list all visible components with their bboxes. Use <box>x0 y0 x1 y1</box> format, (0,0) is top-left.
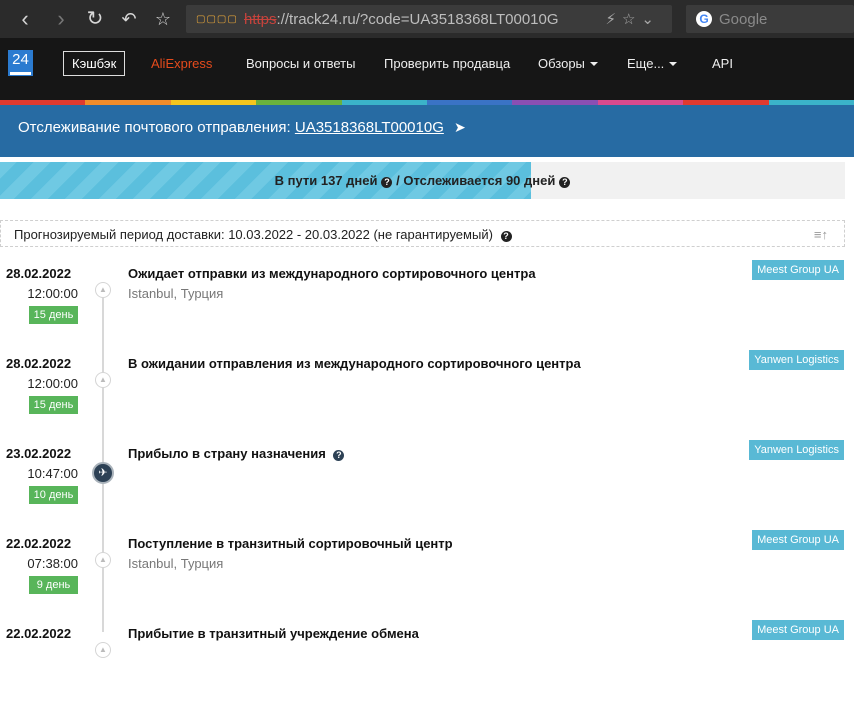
delivery-forecast: Прогнозируемый период доставки: 10.03.20… <box>0 220 845 247</box>
transit-progress: В пути 137 дней? / Отслеживается 90 дней… <box>0 162 845 199</box>
nav-link-api[interactable]: API <box>712 56 733 71</box>
event-day-badge: 9 день <box>29 576 78 594</box>
address-bar[interactable]: ▢▢▢▢ https://track24.ru/?code=UA3518368L… <box>186 5 672 33</box>
help-icon[interactable]: ? <box>559 177 571 188</box>
event-date: 28.02.2022 <box>6 356 72 371</box>
forward-icon[interactable]: › <box>48 6 74 32</box>
tracking-header: Отслеживание почтового отправления: UA35… <box>0 105 854 157</box>
nav-link-faq[interactable]: Вопросы и ответы <box>246 56 355 71</box>
event-title: Прибыло в страну назначения ? <box>128 446 345 461</box>
help-icon[interactable]: ? <box>333 450 345 461</box>
undo-icon[interactable]: ↶ <box>116 6 142 32</box>
tracking-event: 22.02.2022 07:38:00 9 день ▲ Поступление в т… <box>0 530 854 626</box>
tracking-event: 28.02.2022 12:00:00 15 день ▲ Ожидает отправ… <box>0 260 854 356</box>
chevron-down-icon <box>589 62 598 66</box>
event-time: 12:00:00 <box>27 376 78 391</box>
event-day-badge: 10 день <box>29 486 78 504</box>
event-title: Прибытие в транзитный учреждение обмена <box>128 626 419 641</box>
arrow-up-icon: ▲ <box>95 552 111 568</box>
nav-link-aliexpress[interactable]: AliExpress <box>151 56 212 71</box>
event-date: 28.02.2022 <box>6 266 72 281</box>
carrier-badge[interactable]: Yanwen Logistics <box>749 350 844 370</box>
sort-icon[interactable]: ≡↑ <box>814 227 828 242</box>
event-time: 07:38:00 <box>27 556 78 571</box>
event-location: Istanbul, Турция <box>128 286 224 301</box>
nav-link-more[interactable]: Еще... <box>627 56 678 71</box>
event-title: Поступление в транзитный сортировочный ц… <box>128 536 453 551</box>
url-text[interactable]: https://track24.ru/?code=UA3518368LT0001… <box>244 11 559 28</box>
progress-text: В пути 137 дней? / Отслеживается 90 дней… <box>0 173 845 188</box>
arrow-up-icon: ▲ <box>95 642 111 658</box>
send-icon[interactable]: ➤ <box>454 119 466 136</box>
tracking-event: 28.02.2022 12:00:00 15 день ▲ В ожидании отп… <box>0 350 854 446</box>
search-input[interactable]: G Google <box>686 5 854 33</box>
nav-link-check-seller[interactable]: Проверить продавца <box>384 56 510 71</box>
tracking-event: 22.02.2022 ▲ Прибытие в транзитный учрежде… <box>0 620 854 716</box>
google-icon: G <box>696 11 712 27</box>
carrier-badge[interactable]: Meest Group UA <box>752 530 844 550</box>
cashback-button[interactable]: Кэшбэк <box>63 51 126 76</box>
security-warning-icon[interactable]: ▢▢▢▢ <box>196 14 238 25</box>
carrier-badge[interactable]: Yanwen Logistics <box>749 440 844 460</box>
browser-toolbar: ‹ › ↻ ↶ ☆ ▢▢▢▢ https://track24.ru/?code=… <box>0 0 854 38</box>
plane-icon: ✈ <box>92 462 114 484</box>
event-date: 22.02.2022 <box>6 536 72 551</box>
forecast-text: Прогнозируемый период доставки: 10.03.20… <box>14 227 512 242</box>
event-date: 22.02.2022 <box>6 626 72 641</box>
tracking-number-link[interactable]: UA3518368LT00010G <box>295 119 444 136</box>
carrier-badge[interactable]: Meest Group UA <box>752 620 844 640</box>
event-time: 10:47:00 <box>27 466 78 481</box>
reload-icon[interactable]: ↻ <box>82 6 108 32</box>
search-placeholder: Google <box>719 11 768 28</box>
nav-link-reviews[interactable]: Обзоры <box>538 56 598 71</box>
address-bar-icons[interactable]: ⚡☆⌄ <box>605 10 660 28</box>
help-icon[interactable]: ? <box>500 231 512 242</box>
event-title: В ожидании отправления из международного… <box>128 356 581 371</box>
event-title: Ожидает отправки из международного сорти… <box>128 266 536 281</box>
arrow-up-icon: ▲ <box>95 282 111 298</box>
event-location: Istanbul, Турция <box>128 556 224 571</box>
event-day-badge: 15 день <box>29 396 78 414</box>
bookmark-star-icon[interactable]: ☆ <box>150 6 176 32</box>
event-time: 12:00:00 <box>27 286 78 301</box>
help-icon[interactable]: ? <box>381 177 393 188</box>
chevron-down-icon <box>669 62 678 66</box>
tracking-title: Отслеживание почтового отправления: UA35… <box>18 119 466 136</box>
carrier-badge[interactable]: Meest Group UA <box>752 260 844 280</box>
tracking-event: 23.02.2022 10:47:00 10 день ✈ Прибыло в стра… <box>0 440 854 536</box>
event-day-badge: 15 день <box>29 306 78 324</box>
site-navigation: 24 Кэшбэк AliExpress Вопросы и ответы Пр… <box>0 38 854 100</box>
back-icon[interactable]: ‹ <box>12 6 38 32</box>
logo-underline <box>10 72 31 75</box>
event-date: 23.02.2022 <box>6 446 72 461</box>
arrow-up-icon: ▲ <box>95 372 111 388</box>
